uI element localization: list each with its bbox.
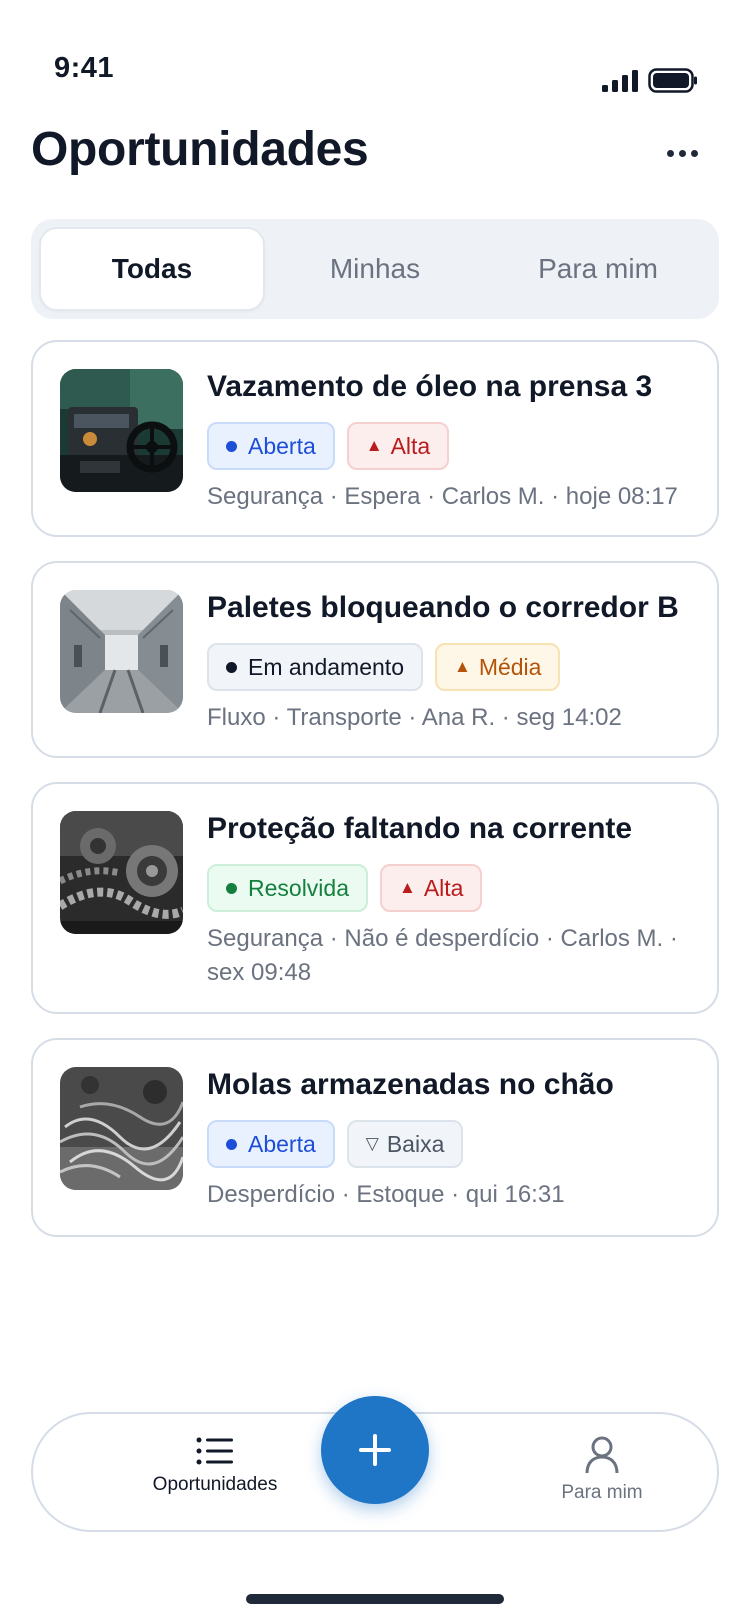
nav-label: Para mim (561, 1482, 643, 1503)
plus-icon (359, 1434, 391, 1466)
springs-floor-image (60, 1067, 183, 1190)
battery-icon (648, 68, 697, 93)
triangle-up-icon: ▲ (399, 878, 416, 897)
status-dot-icon (226, 661, 237, 673)
cellular-signal-icon (602, 70, 638, 92)
triangle-down-icon: ▽ (365, 1134, 379, 1153)
nav-item-para-mim[interactable]: Para mim (502, 1414, 702, 1530)
status-dot-icon (226, 440, 237, 452)
opportunity-meta: Fluxo · Transporte · Ana R. · seg 14:02 (207, 704, 622, 731)
add-opportunity-button[interactable] (321, 1396, 429, 1504)
home-indicator (246, 1594, 504, 1604)
opportunity-card[interactable]: Molas armazenadas no chão Aberta ▽ Baixa… (31, 1038, 719, 1237)
filter-tabs: Todas Minhas Para mim (31, 219, 719, 319)
opportunity-thumbnail (60, 1067, 183, 1190)
opportunity-card[interactable]: Proteção faltando na corrente Resolvida … (31, 782, 719, 1014)
status-time: 9:41 (54, 52, 115, 84)
priority-badge: ▲ Alta (380, 864, 483, 912)
tab-todas[interactable]: Todas (39, 227, 265, 311)
opportunity-thumbnail (60, 590, 183, 713)
opportunity-chips: Aberta ▽ Baixa (207, 1120, 464, 1168)
industrial-press-image (60, 369, 183, 492)
opportunity-chips: Aberta ▲ Alta (207, 422, 450, 470)
status-dot-icon (226, 882, 237, 894)
more-options-button[interactable] (660, 138, 704, 168)
opportunity-title: Proteção faltando na corrente (207, 812, 633, 845)
priority-badge: ▲ Alta (346, 422, 450, 470)
tab-minhas[interactable]: Minhas (262, 227, 488, 311)
nav-label: Oportunidades (152, 1474, 278, 1495)
status-bar: 9:41 (0, 0, 750, 110)
page-title: Oportunidades (31, 123, 369, 176)
list-icon (196, 1437, 233, 1465)
opportunity-title: Vazamento de óleo na prensa 3 (207, 370, 653, 403)
status-badge: Resolvida (207, 864, 368, 912)
opportunity-card[interactable]: Vazamento de óleo na prensa 3 Aberta ▲ A… (31, 340, 719, 537)
priority-badge: ▽ Baixa (346, 1120, 464, 1168)
chain-gears-image (60, 811, 183, 934)
opportunity-title: Molas armazenadas no chão (207, 1068, 614, 1101)
opportunity-thumbnail (60, 811, 183, 934)
nav-item-oportunidades[interactable]: Oportunidades (115, 1414, 315, 1530)
opportunity-meta: Segurança · Espera · Carlos M. · hoje 08… (207, 483, 678, 510)
factory-aisle-image (60, 590, 183, 713)
opportunity-chips: Resolvida ▲ Alta (207, 864, 483, 912)
status-badge: Aberta (207, 422, 335, 470)
opportunity-title: Paletes bloqueando o corredor B (207, 591, 679, 624)
person-icon (585, 1436, 619, 1474)
app-screen: 9:41 Oportunidades Todas Minhas Para mim (0, 0, 750, 1624)
opportunity-meta: Desperdício · Estoque · qui 16:31 (207, 1181, 565, 1208)
opportunity-chips: Em andamento ▲ Média (207, 643, 561, 691)
status-badge: Em andamento (207, 643, 423, 691)
opportunity-meta: Segurança · Não é desperdício · Carlos M… (207, 925, 678, 986)
triangle-up-icon: ▲ (453, 657, 471, 676)
triangle-up-icon: ▲ (365, 436, 383, 455)
priority-badge: ▲ Média (434, 643, 561, 691)
tab-para-mim[interactable]: Para mim (485, 227, 711, 311)
opportunity-thumbnail (60, 369, 183, 492)
status-badge: Aberta (207, 1120, 335, 1168)
opportunity-card[interactable]: Paletes bloqueando o corredor B Em andam… (31, 561, 719, 758)
more-horizontal-icon (666, 149, 674, 157)
status-dot-icon (226, 1138, 237, 1150)
